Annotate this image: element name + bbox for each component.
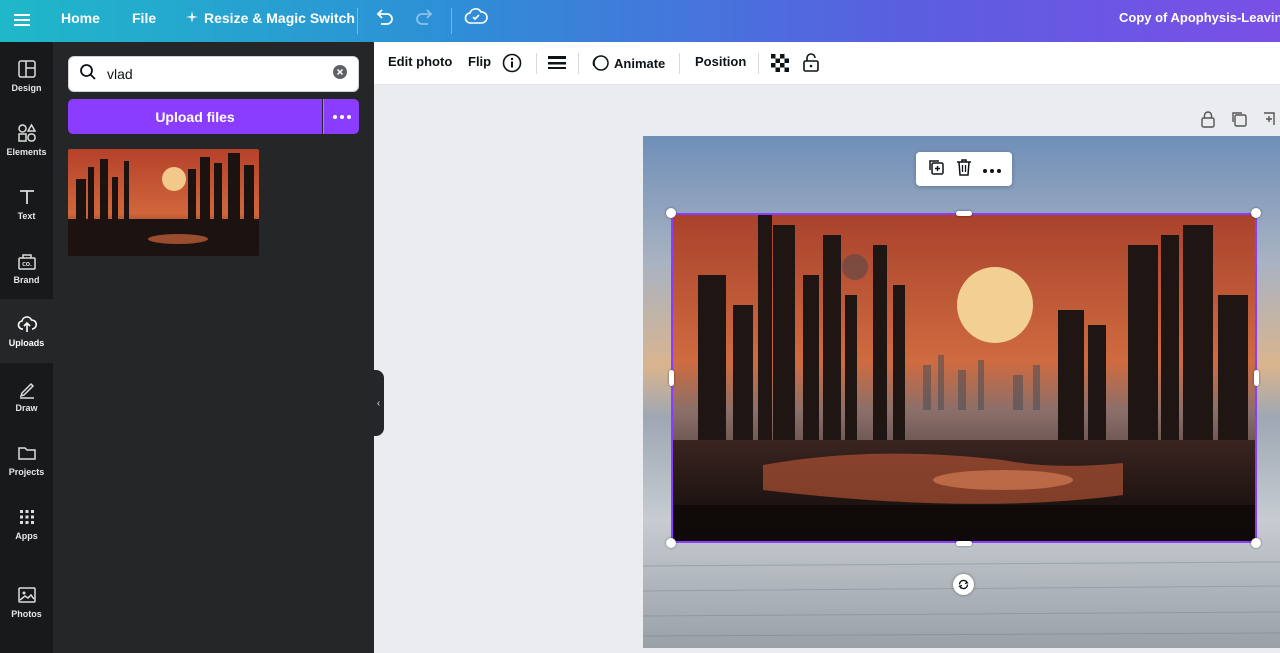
rail-label: Uploads [8,338,45,348]
trash-icon[interactable] [956,158,972,181]
transparency-checker-icon[interactable] [771,54,789,72]
upload-more-button[interactable] [323,99,359,134]
search-box[interactable]: vlad [68,56,359,92]
lock-page-icon[interactable] [1200,110,1216,133]
info-icon[interactable] [502,53,522,73]
resize-magic-switch-button[interactable]: Resize & Magic Switch [186,10,355,26]
shapes-icon [17,123,36,142]
image-icon [17,587,36,603]
search-input[interactable]: vlad [107,66,332,82]
sparkle-icon [186,10,198,26]
divider [679,53,680,74]
element-floating-toolbar [916,152,1012,186]
resize-label: Resize & Magic Switch [204,10,355,26]
top-bar: Home File Resize & Magic Switch Copy of … [0,0,1280,42]
collapse-panel-button[interactable]: ‹ [373,370,384,436]
divider [451,8,452,34]
rail-label: Brand [13,275,40,285]
uploaded-image-thumbnail[interactable] [68,149,259,256]
search-icon [79,63,97,86]
animate-icon [592,55,609,71]
transparency-lines-icon[interactable] [548,55,566,71]
rail-item-apps[interactable]: Apps [0,492,53,556]
resize-handle-left[interactable] [669,370,674,386]
document-title[interactable]: Copy of Apophysis-Leaving [1119,10,1280,25]
grid-icon [19,510,34,524]
rail-item-design[interactable]: Design [0,44,53,108]
rail-label: Apps [15,531,38,541]
rail-item-projects[interactable]: Projects [0,428,53,492]
animate-label: Animate [614,55,666,71]
divider [578,53,579,74]
divider [357,8,358,34]
text-icon [19,190,34,204]
home-button[interactable]: Home [61,10,100,26]
page-actions [1200,110,1276,133]
rail-label: Projects [8,467,45,477]
upload-group: Upload files [68,99,359,134]
layout-icon [17,60,36,78]
uploads-panel: vlad Upload files [53,42,374,653]
rail-label: Draw [15,403,38,413]
resize-handle-top[interactable] [956,211,972,216]
duplicate-page-icon[interactable] [1230,110,1248,133]
rail-item-elements[interactable]: Elements [0,108,53,172]
clear-search-icon[interactable] [332,64,348,85]
cloud-upload-icon [17,316,37,332]
lock-icon[interactable] [802,52,820,72]
left-rail: Design Elements Text CO. Brand Uploads D… [0,42,53,653]
resize-handle-top-left[interactable] [666,208,676,218]
redo-icon[interactable] [414,7,436,34]
pen-icon [19,382,34,399]
divider [536,53,537,74]
rail-item-text[interactable]: Text [0,172,53,236]
more-icon [332,114,351,119]
folder-icon [17,447,36,460]
rail-item-uploads[interactable]: Uploads [0,299,53,363]
chevron-left-icon: ‹ [376,397,381,409]
rail-label: Design [11,83,42,93]
undo-icon[interactable] [373,7,395,34]
add-page-icon[interactable] [1262,110,1276,133]
rail-item-photos[interactable]: Photos [0,570,53,634]
brand-icon: CO. [17,254,36,270]
menu-icon[interactable] [12,9,32,31]
resize-handle-bottom-right[interactable] [1251,538,1261,548]
rail-item-draw[interactable]: Draw [0,364,53,428]
rail-label: Photos [11,609,42,619]
resize-handle-top-right[interactable] [1251,208,1261,218]
rail-item-brand[interactable]: CO. Brand [0,236,53,300]
cloud-saved-icon[interactable] [464,6,488,33]
svg-text:CO.: CO. [22,262,32,268]
divider [758,53,759,74]
duplicate-icon[interactable] [927,158,945,181]
flip-button[interactable]: Flip [468,54,491,69]
resize-handle-bottom-left[interactable] [666,538,676,548]
context-toolbar: Edit photo Flip Animate Position [374,42,1280,85]
file-menu-button[interactable]: File [132,10,156,26]
rotate-handle-icon[interactable] [953,574,974,595]
more-options-icon[interactable] [982,160,1001,178]
rail-label: Elements [6,147,47,157]
selected-image[interactable] [671,213,1257,543]
edit-photo-button[interactable]: Edit photo [388,54,452,69]
rail-label: Text [17,211,36,221]
resize-handle-right[interactable] [1254,370,1259,386]
position-button[interactable]: Position [695,54,746,69]
resize-handle-bottom[interactable] [956,541,972,546]
upload-files-button[interactable]: Upload files [68,99,322,134]
animate-button[interactable]: Animate [591,54,665,72]
